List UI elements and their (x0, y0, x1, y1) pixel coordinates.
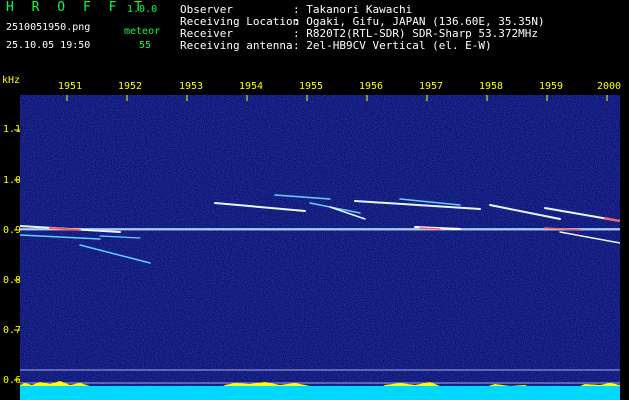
signal-level-band (20, 386, 620, 400)
info-value-antenna: : 2el-HB9CV Vertical (el. E-W) (293, 39, 492, 52)
noise-texture (20, 95, 620, 400)
x-tick-label: 1956 (359, 81, 384, 92)
app-version: 1.0.0 (127, 4, 158, 15)
x-tick-label: 1958 (479, 81, 504, 92)
app-title: H R O F F T (6, 0, 148, 15)
spectrogram-window: H R O F F T 1.0.0 2510051950.png meteor … (0, 0, 629, 400)
x-tick-label: 1959 (539, 81, 564, 92)
x-tick-label: 1951 (58, 81, 83, 92)
x-tick-label: 1953 (179, 81, 204, 92)
spectrogram-canvas (20, 95, 620, 400)
y-axis-unit: kHz (2, 75, 21, 86)
spectrogram-plot (20, 95, 620, 400)
meteor-count: 55 (139, 40, 152, 51)
x-tick-label: 1954 (239, 81, 264, 92)
file-name: 2510051950.png (6, 22, 91, 33)
info-label-antenna: Receiving antenna (180, 39, 293, 52)
x-tick-label: 1957 (419, 81, 444, 92)
y-axis-ticks (14, 129, 20, 381)
meteor-trace-head (419, 227, 441, 230)
mode-label: meteor (124, 26, 161, 37)
x-tick-label: 1955 (299, 81, 324, 92)
x-tick-label: 2000 (597, 81, 622, 92)
timestamp: 25.10.05 19:50 (6, 40, 91, 51)
x-tick-label: 1952 (118, 81, 143, 92)
